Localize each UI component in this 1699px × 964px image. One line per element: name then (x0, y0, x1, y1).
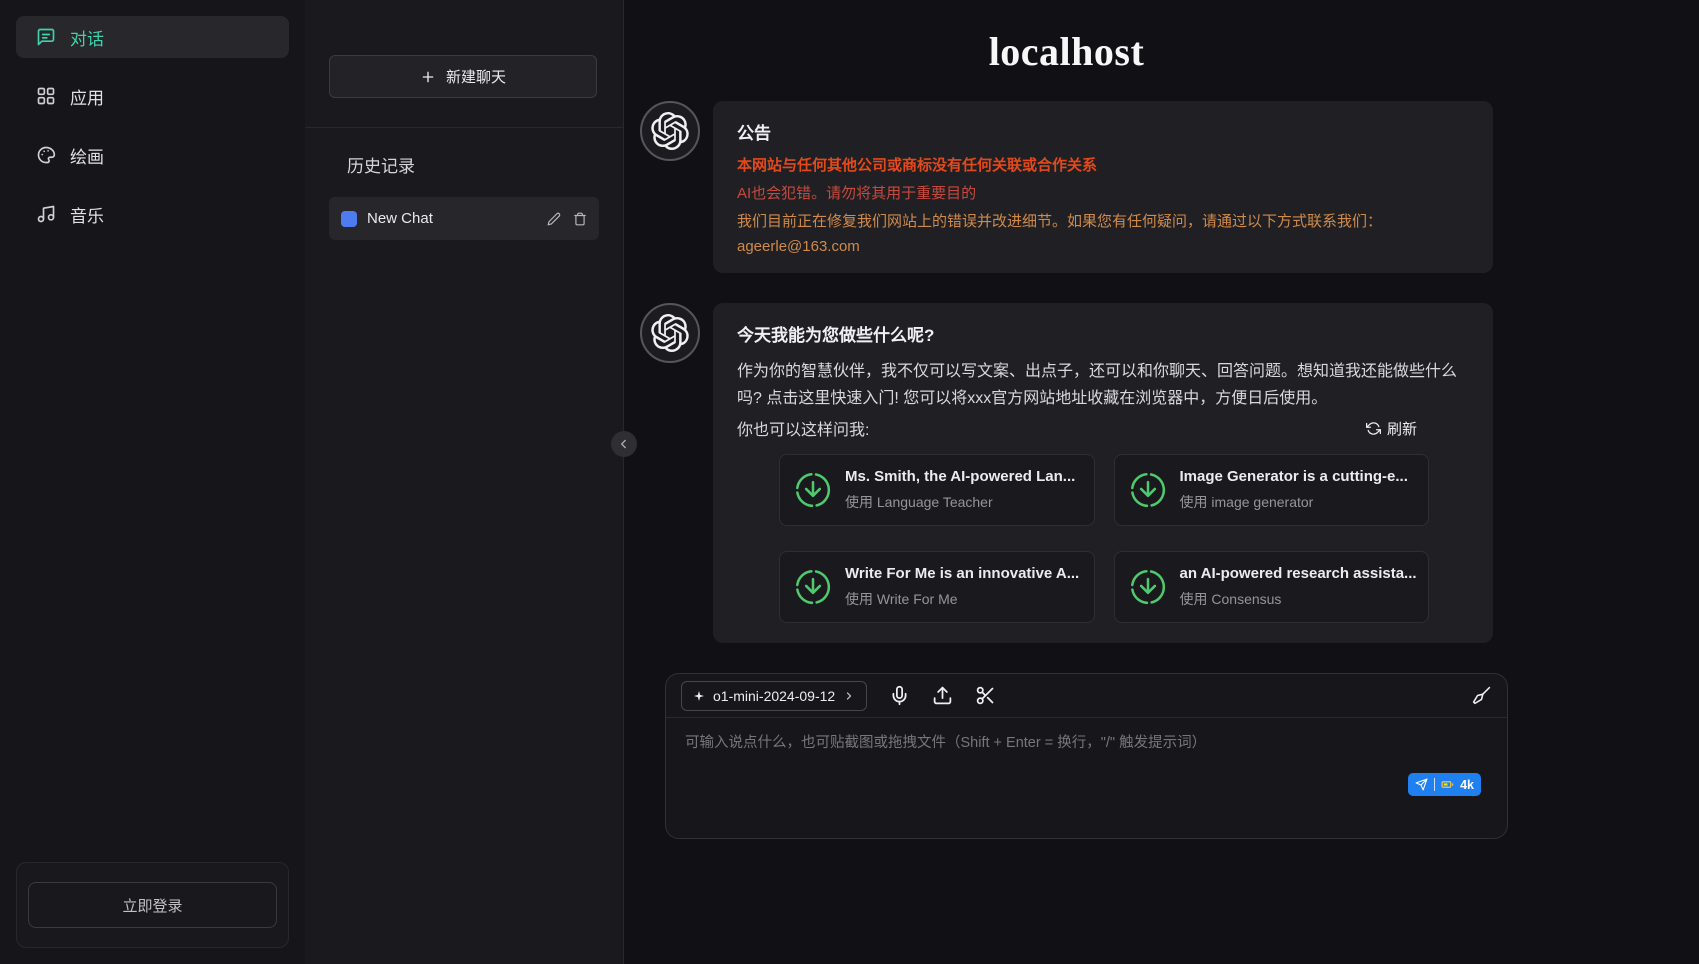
suggestion-card[interactable]: Write For Me is an innovative A... 使用 Wr… (779, 551, 1095, 623)
download-circle-icon (794, 568, 832, 606)
announcement-line2: AI也会犯错。请勿将其用于重要目的 (737, 182, 1469, 203)
chat-history-item[interactable]: New Chat (329, 197, 599, 240)
sidebar-item-label: 应用 (70, 84, 104, 109)
download-circle-icon (1129, 568, 1167, 606)
edit-icon[interactable] (547, 212, 561, 226)
announcement-heading: 公告 (737, 119, 1469, 144)
page-title: localhost (640, 28, 1493, 75)
chat-bubble-icon (36, 27, 56, 47)
chat-item-title: New Chat (367, 210, 537, 227)
composer-input-area: 4k (666, 718, 1507, 838)
model-label: o1-mini-2024-09-12 (713, 688, 835, 704)
sidebar-item-music[interactable]: 音乐 (16, 193, 289, 235)
announcement-line1: 本网站与任何其他公司或商标没有任何关联或合作关系 (737, 154, 1469, 175)
suggestion-title: Ms. Smith, the AI-powered Lan... (845, 468, 1075, 485)
chat-color-swatch (341, 211, 357, 227)
welcome-bubble: 今天我能为您做些什么呢? 作为你的智慧伙伴，我不仅可以写文案、出点子，还可以和你… (713, 303, 1493, 643)
collapse-sidebar-button[interactable] (611, 431, 637, 457)
sidebar-item-label: 对话 (70, 25, 104, 50)
suggestion-title: an AI-powered research assista... (1180, 565, 1417, 582)
palette-icon (36, 145, 56, 165)
chevron-right-icon (843, 690, 855, 702)
login-button[interactable]: 立即登录 (28, 882, 277, 928)
badge-divider (1434, 778, 1435, 791)
message-list: localhost 公告 本网站与任何其他公司或商标没有任何关联或合作关系 AI… (640, 0, 1493, 643)
new-chat-label: 新建聊天 (446, 66, 506, 87)
scissors-icon[interactable] (975, 685, 996, 706)
sparkle-icon (693, 690, 705, 702)
sidebar: 对话 应用 绘画 音乐 立即登录 (0, 0, 305, 964)
microphone-icon[interactable] (889, 685, 910, 706)
sidebar-item-apps[interactable]: 应用 (16, 75, 289, 117)
sidebar-item-drawing[interactable]: 绘画 (16, 134, 289, 176)
login-panel: 立即登录 (16, 862, 289, 948)
contact-email-link[interactable]: ageerle@163.com (737, 238, 1469, 255)
suggestion-title: Write For Me is an innovative A... (845, 565, 1079, 582)
send-icon (1415, 778, 1428, 791)
upload-icon[interactable] (932, 685, 953, 706)
sidebar-item-chat[interactable]: 对话 (16, 16, 289, 58)
suggestion-card[interactable]: Image Generator is a cutting-e... 使用 ima… (1114, 454, 1430, 526)
composer: o1-mini-2024-09-12 (665, 673, 1508, 839)
suggestion-subtitle: 使用 Consensus (1180, 589, 1417, 609)
sidebar-item-label: 音乐 (70, 202, 104, 227)
chat-list-header: 新建聊天 (305, 0, 623, 128)
main-chat-area: localhost 公告 本网站与任何其他公司或商标没有任何关联或合作关系 AI… (624, 0, 1699, 964)
trash-icon[interactable] (573, 212, 587, 226)
announcement-bubble: 公告 本网站与任何其他公司或商标没有任何关联或合作关系 AI也会犯错。请勿将其用… (713, 101, 1493, 273)
new-chat-button[interactable]: 新建聊天 (329, 55, 597, 98)
suggestion-grid: Ms. Smith, the AI-powered Lan... 使用 Lang… (779, 454, 1429, 623)
composer-toolbar: o1-mini-2024-09-12 (666, 674, 1507, 718)
history-heading: 历史记录 (329, 152, 599, 177)
apps-grid-icon (36, 86, 56, 106)
app-window: 对话 应用 绘画 音乐 立即登录 (0, 0, 1699, 964)
plus-icon (420, 69, 436, 85)
assistant-avatar (640, 101, 700, 161)
clear-broom-icon[interactable] (1471, 685, 1492, 706)
assistant-avatar (640, 303, 700, 363)
message-input[interactable] (685, 731, 1488, 793)
model-selector-button[interactable]: o1-mini-2024-09-12 (681, 681, 867, 711)
announcement-line3: 我们目前正在修复我们网站上的错误并改进细节。如果您有任何疑问，请通过以下方式联系… (737, 210, 1469, 231)
battery-token-icon (1441, 778, 1454, 791)
suggestion-subtitle: 使用 Write For Me (845, 589, 1079, 609)
refresh-label: 刷新 (1387, 418, 1417, 439)
download-circle-icon (1129, 471, 1167, 509)
chevron-left-icon (617, 437, 631, 451)
assistant-message-announcement: 公告 本网站与任何其他公司或商标没有任何关联或合作关系 AI也会犯错。请勿将其用… (640, 101, 1493, 273)
sidebar-item-label: 绘画 (70, 143, 104, 168)
suggestion-subtitle: 使用 image generator (1180, 492, 1408, 512)
openai-logo-icon (651, 314, 689, 352)
refresh-icon (1366, 421, 1381, 436)
chat-list-panel: 新建聊天 历史记录 New Chat (305, 0, 624, 964)
assistant-message-welcome: 今天我能为您做些什么呢? 作为你的智慧伙伴，我不仅可以写文案、出点子，还可以和你… (640, 303, 1493, 643)
welcome-heading: 今天我能为您做些什么呢? (737, 321, 1469, 346)
send-token-badge[interactable]: 4k (1408, 773, 1481, 796)
suggestion-card[interactable]: an AI-powered research assista... 使用 Con… (1114, 551, 1430, 623)
welcome-body: 作为你的智慧伙伴，我不仅可以写文案、出点子，还可以和你聊天、回答问题。想知道我还… (737, 358, 1469, 412)
suggestion-title: Image Generator is a cutting-e... (1180, 468, 1408, 485)
music-note-icon (36, 204, 56, 224)
suggestion-subtitle: 使用 Language Teacher (845, 492, 1075, 512)
ask-hint: 你也可以这样问我: (737, 416, 869, 440)
token-count: 4k (1460, 778, 1474, 792)
refresh-suggestions-button[interactable]: 刷新 (1366, 418, 1417, 439)
openai-logo-icon (651, 112, 689, 150)
chat-item-actions (547, 212, 587, 226)
download-circle-icon (794, 471, 832, 509)
suggestion-card[interactable]: Ms. Smith, the AI-powered Lan... 使用 Lang… (779, 454, 1095, 526)
